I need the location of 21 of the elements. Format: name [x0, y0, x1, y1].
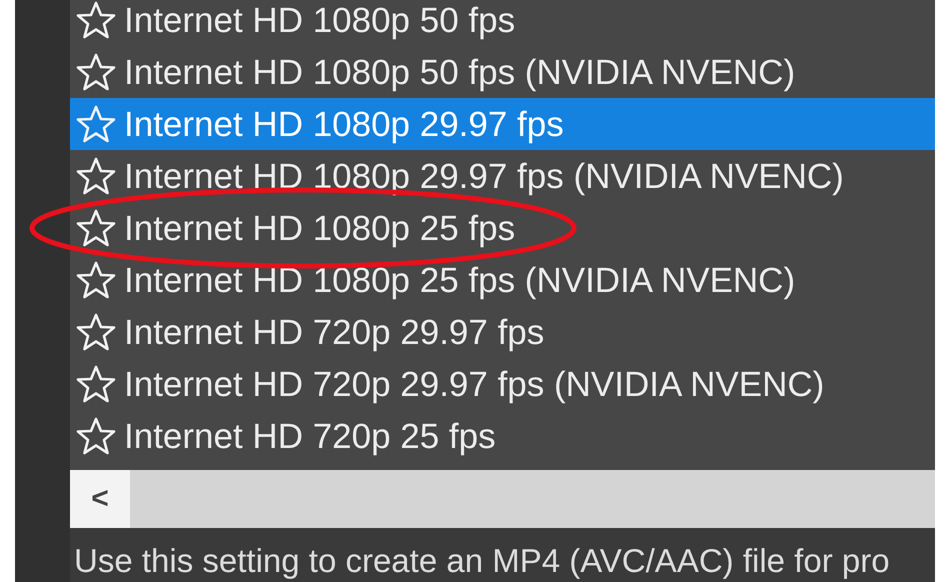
star-icon[interactable]: [76, 208, 116, 248]
star-icon[interactable]: [76, 312, 116, 352]
star-icon[interactable]: [76, 416, 116, 456]
preset-item[interactable]: Internet HD 1080p 25 fps: [70, 202, 935, 254]
preset-item[interactable]: Internet HD 720p 29.97 fps (NVIDIA NVENC): [70, 358, 935, 410]
star-icon[interactable]: [76, 52, 116, 92]
preset-item[interactable]: Internet HD 720p 29.97 fps: [70, 306, 935, 358]
star-icon[interactable]: [76, 104, 116, 144]
preset-item[interactable]: Internet HD 1080p 29.97 fps (NVIDIA NVENC): [70, 150, 935, 202]
star-icon[interactable]: [76, 0, 116, 40]
preset-item[interactable]: Internet HD 1080p 50 fps: [70, 0, 935, 46]
star-icon[interactable]: [76, 364, 116, 404]
preset-item[interactable]: Internet HD 1080p 50 fps (NVIDIA NVENC): [70, 46, 935, 98]
description-text: Use this setting to create an MP4 (AVC/AAC) file for pro: [73, 542, 891, 580]
scroll-left-button[interactable]: <: [70, 470, 130, 528]
preset-item[interactable]: Internet HD 1080p 25 fps (NVIDIA NVENC): [70, 254, 935, 306]
star-icon[interactable]: [76, 156, 116, 196]
preset-item[interactable]: Internet HD 1080p 29.97 fps: [70, 98, 935, 150]
horizontal-scrollbar[interactable]: <: [70, 470, 935, 528]
star-icon[interactable]: [76, 260, 116, 300]
preset-item[interactable]: Internet HD 720p 25 fps: [70, 410, 935, 462]
